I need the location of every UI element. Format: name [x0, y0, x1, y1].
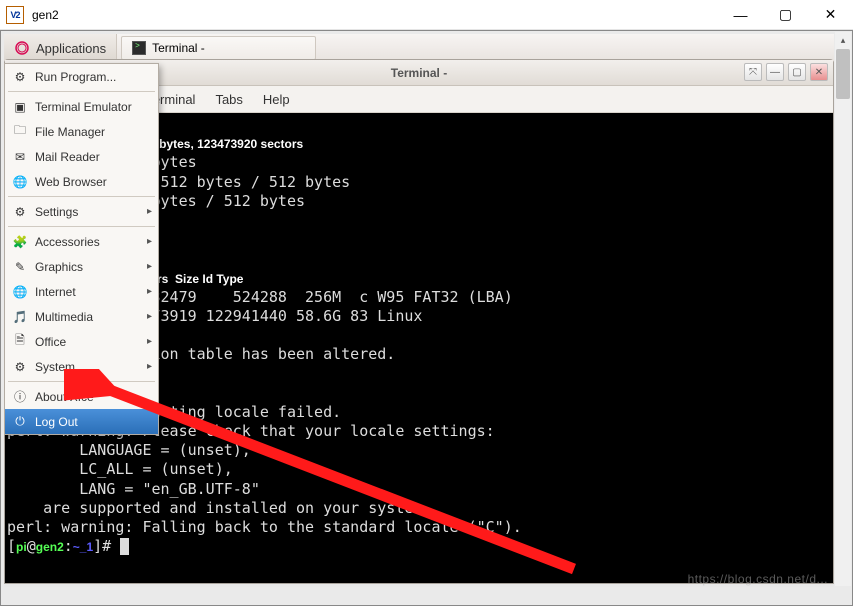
menu-item-icon: 🎵	[12, 309, 28, 325]
submenu-arrow-icon: ▸	[147, 361, 152, 372]
submenu-arrow-icon: ▸	[147, 336, 152, 347]
menu-item-label: Mail Reader	[35, 150, 100, 164]
menu-item-label: Office	[35, 335, 66, 349]
applications-menu-button[interactable]: Applications	[4, 34, 117, 62]
menu-separator	[8, 381, 155, 382]
menu-item-icon: 🧩	[12, 234, 28, 250]
terminal-title: Terminal -	[391, 66, 447, 80]
menu-item-label: Settings	[35, 205, 78, 219]
menu-item-icon: ⚙	[12, 69, 28, 85]
terminal-pin-button[interactable]: ⤧	[744, 63, 762, 81]
taskbar-item-terminal[interactable]: Terminal -	[121, 36, 316, 60]
terminal-minimize-button[interactable]: —	[766, 63, 784, 81]
menu-item-run-program[interactable]: ⚙ Run Program...	[5, 64, 158, 89]
scroll-up-arrow-icon[interactable]: ▴	[836, 33, 850, 47]
maximize-button[interactable]: ▢	[763, 0, 808, 29]
menu-item-icon: 🌐	[12, 174, 28, 190]
menu-item-accessories[interactable]: 🧩 Accessories ▸	[5, 229, 158, 254]
menu-item-about-xfce[interactable]: ⓘ About Xfce	[5, 384, 158, 409]
menu-item-icon: 🌐	[12, 284, 28, 300]
remote-desktop: Applications Terminal - Terminal - ⤧ — ▢…	[4, 34, 834, 587]
applications-label: Applications	[36, 41, 106, 56]
taskbar-item-label: Terminal -	[152, 41, 205, 55]
menu-item-icon: ✉	[12, 149, 28, 165]
vnc-viewport-frame: ▴ Applications Termina	[0, 30, 853, 606]
menu-item-settings[interactable]: ⚙ Settings ▸	[5, 199, 158, 224]
menu-separator	[8, 91, 155, 92]
menu-item-icon: 🗎	[12, 334, 28, 350]
menu-item-icon: ✎	[12, 259, 28, 275]
menubar-item-tabs[interactable]: Tabs	[215, 92, 242, 107]
menu-item-icon: ⏻	[12, 414, 28, 430]
submenu-arrow-icon: ▸	[147, 311, 152, 322]
terminal-maximize-button[interactable]: ▢	[788, 63, 806, 81]
menu-item-icon: 🗀	[12, 124, 28, 140]
menu-item-label: Terminal Emulator	[35, 100, 132, 114]
menu-item-web-browser[interactable]: 🌐 Web Browser	[5, 169, 158, 194]
menu-item-label: Multimedia	[35, 310, 93, 324]
menu-item-icon: ⚙	[12, 359, 28, 375]
menu-item-log-out[interactable]: ⏻ Log Out	[5, 409, 158, 434]
menu-item-label: Log Out	[35, 415, 78, 429]
menu-item-multimedia[interactable]: 🎵 Multimedia ▸	[5, 304, 158, 329]
menu-item-office[interactable]: 🗎 Office ▸	[5, 329, 158, 354]
menu-item-label: Accessories	[35, 235, 100, 249]
terminal-close-button[interactable]: ✕	[810, 63, 828, 81]
menu-item-internet[interactable]: 🌐 Internet ▸	[5, 279, 158, 304]
submenu-arrow-icon: ▸	[147, 236, 152, 247]
menubar-item-help[interactable]: Help	[263, 92, 290, 107]
debian-logo-icon	[14, 40, 30, 56]
terminal-icon	[132, 41, 146, 55]
menu-item-icon: ⓘ	[12, 389, 28, 405]
submenu-arrow-icon: ▸	[147, 261, 152, 272]
vertical-scrollbar[interactable]: ▴	[835, 32, 851, 586]
applications-menu: ⚙ Run Program... ▣ Terminal Emulator 🗀 File M…	[4, 63, 159, 435]
vnc-icon: V2	[6, 6, 24, 24]
minimize-button[interactable]: —	[718, 0, 763, 29]
vnc-titlebar: V2 gen2 — ▢ ✕	[0, 0, 853, 30]
menu-item-label: Internet	[35, 285, 76, 299]
menu-item-label: System	[35, 360, 75, 374]
scrollbar-thumb[interactable]	[836, 49, 850, 99]
submenu-arrow-icon: ▸	[147, 206, 152, 217]
menu-separator	[8, 226, 155, 227]
menu-item-icon: ▣	[12, 99, 28, 115]
close-button[interactable]: ✕	[808, 0, 853, 29]
menu-separator	[8, 196, 155, 197]
menu-item-label: About Xfce	[35, 390, 94, 404]
menu-item-label: Web Browser	[35, 175, 107, 189]
menu-item-icon: ⚙	[12, 204, 28, 220]
menu-item-label: Graphics	[35, 260, 83, 274]
submenu-arrow-icon: ▸	[147, 286, 152, 297]
menu-item-mail-reader[interactable]: ✉ Mail Reader	[5, 144, 158, 169]
watermark-text: https://blog.csdn.net/d...	[688, 572, 828, 586]
menu-item-terminal-emulator[interactable]: ▣ Terminal Emulator	[5, 94, 158, 119]
menu-item-label: File Manager	[35, 125, 105, 139]
menu-item-label: Run Program...	[35, 70, 116, 84]
vnc-title: gen2	[32, 8, 59, 22]
menu-item-graphics[interactable]: ✎ Graphics ▸	[5, 254, 158, 279]
menu-item-file-manager[interactable]: 🗀 File Manager	[5, 119, 158, 144]
menu-item-system[interactable]: ⚙ System ▸	[5, 354, 158, 379]
